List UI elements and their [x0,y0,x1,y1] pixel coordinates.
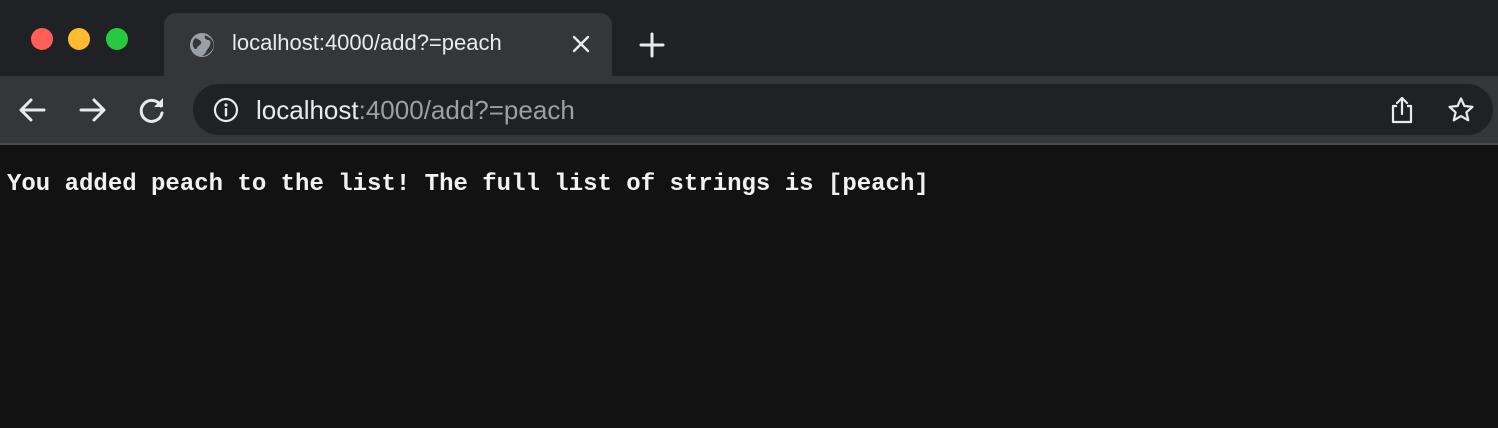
star-icon[interactable] [1447,96,1475,124]
window-minimize-button[interactable] [68,28,90,50]
close-icon[interactable] [570,33,592,55]
share-icon[interactable] [1389,96,1415,124]
browser-tab[interactable]: localhost:4000/add?=peach [164,13,612,76]
result-message: You added peach to the list! The full li… [7,171,929,198]
info-icon[interactable] [213,97,239,123]
arrow-left-icon[interactable] [17,94,49,126]
browser-toolbar: localhost:4000/add?=peach [0,76,1498,143]
url-path: :4000/add?=peach [358,95,575,125]
browser-window: localhost:4000/add?=peach localhost:4000… [0,0,1498,428]
arrow-right-icon[interactable] [76,94,108,126]
url-text[interactable]: localhost:4000/add?=peach [256,95,575,126]
page-content: You added peach to the list! The full li… [0,145,1498,428]
window-close-button[interactable] [31,28,53,50]
address-bar[interactable]: localhost:4000/add?=peach [193,84,1493,135]
tab-title: localhost:4000/add?=peach [232,30,502,55]
globe-icon [189,32,215,58]
tab-strip: localhost:4000/add?=peach [0,0,1498,76]
plus-icon[interactable] [638,31,666,59]
window-maximize-button[interactable] [106,28,128,50]
url-host: localhost [256,95,359,125]
reload-icon[interactable] [136,94,168,126]
